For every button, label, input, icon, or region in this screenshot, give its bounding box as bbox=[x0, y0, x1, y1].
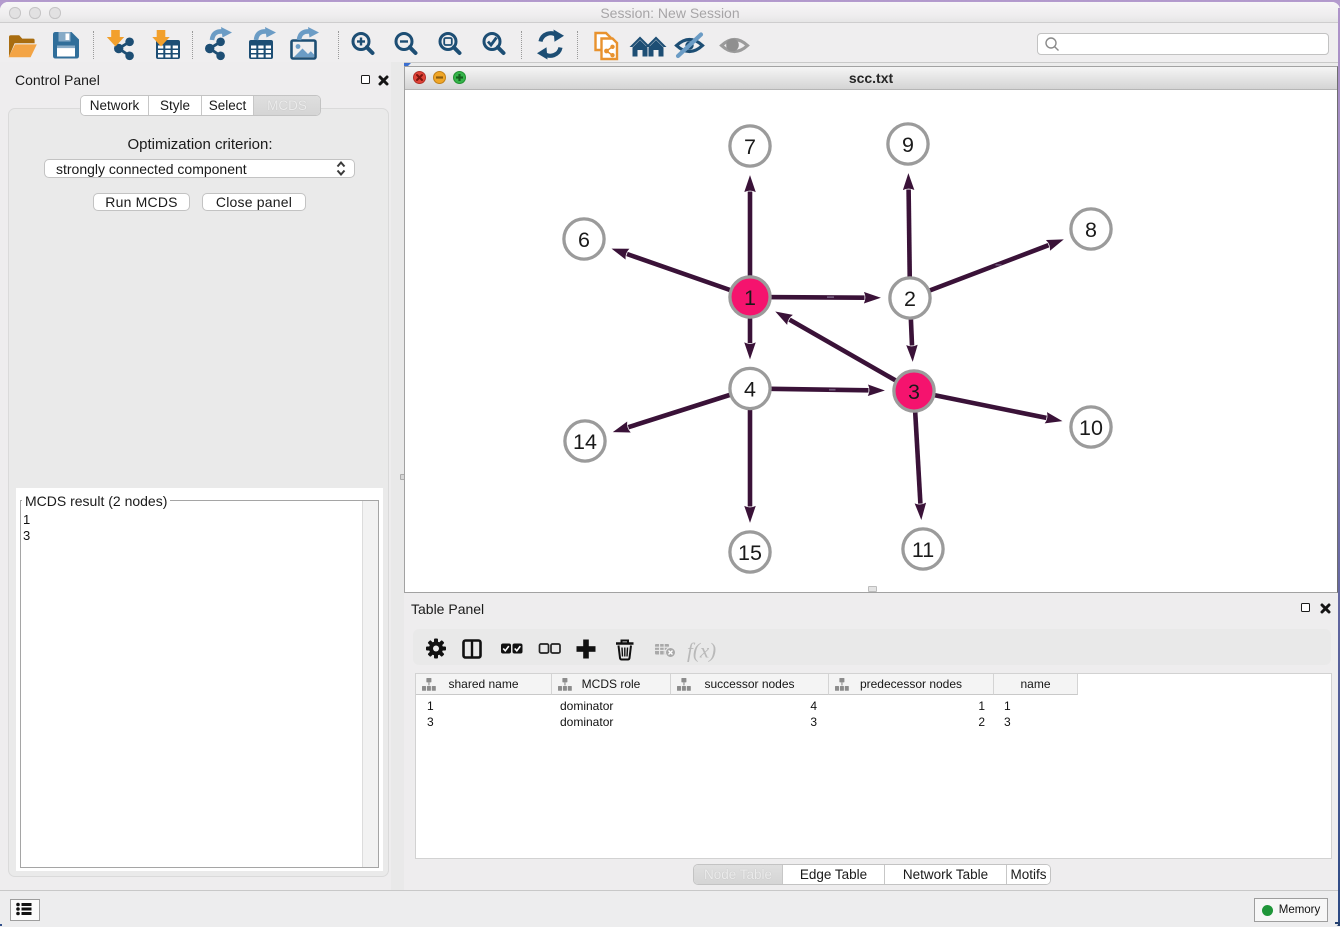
svg-text:11: 11 bbox=[912, 538, 934, 562]
svg-text:14: 14 bbox=[573, 430, 597, 454]
svg-text:3: 3 bbox=[908, 380, 920, 404]
svg-text:9: 9 bbox=[902, 133, 914, 157]
svg-text:2: 2 bbox=[904, 287, 916, 311]
svg-text:8: 8 bbox=[1085, 218, 1097, 242]
svg-text:15: 15 bbox=[738, 541, 762, 565]
svg-text:1: 1 bbox=[744, 286, 756, 310]
svg-text:f(x): f(x) bbox=[687, 639, 716, 663]
svg-text:7: 7 bbox=[744, 135, 756, 159]
svg-text:4: 4 bbox=[744, 378, 756, 402]
svg-text:10: 10 bbox=[1079, 416, 1103, 440]
svg-text:6: 6 bbox=[578, 228, 590, 252]
